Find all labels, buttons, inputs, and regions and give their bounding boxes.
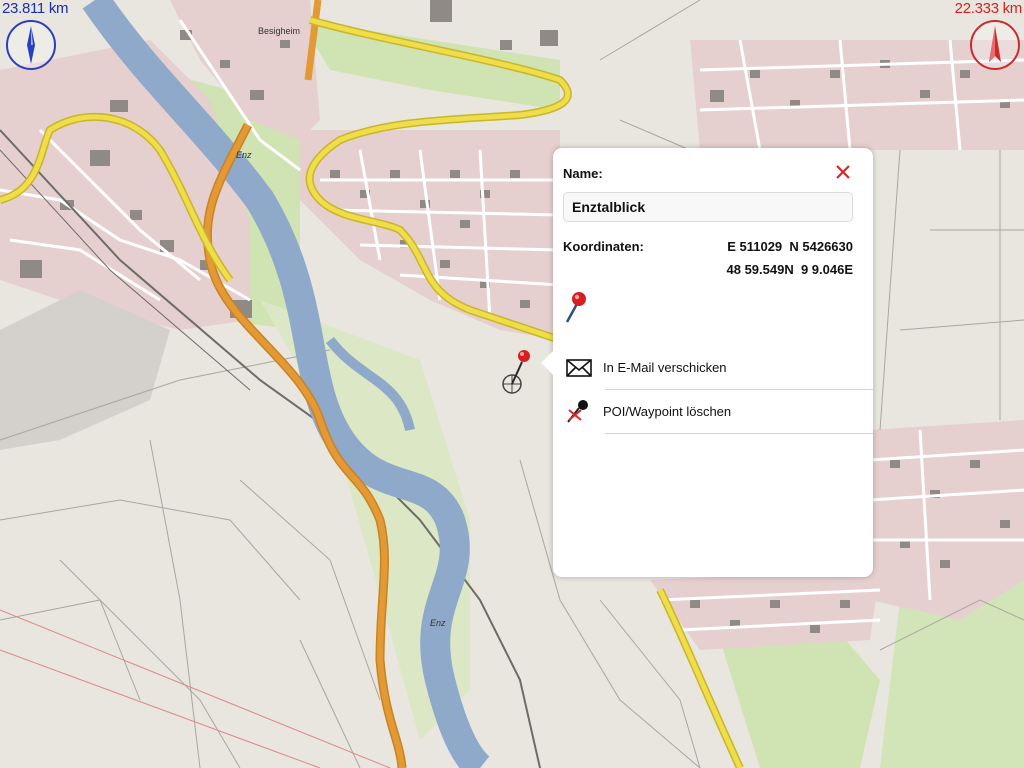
coordinates-geographic: 48 59.549N 9 9.046E xyxy=(726,262,854,277)
poi-detail-popup: Name: Koordinaten: E 511029 N 5426630 48… xyxy=(541,148,873,577)
coordinates-utm: E 511029 N 5426630 xyxy=(727,239,853,254)
envelope-icon xyxy=(566,359,592,377)
compass-needle-blue-icon[interactable] xyxy=(4,18,58,72)
compass-needle-red-icon[interactable] xyxy=(968,18,1022,72)
divider xyxy=(605,433,873,434)
river-label: Enz xyxy=(430,618,446,628)
email-share-button[interactable]: In E-Mail verschicken xyxy=(565,346,873,390)
name-label: Name: xyxy=(563,166,603,181)
distance-readout-left: 23.811 km xyxy=(2,0,69,17)
river-label: Enz xyxy=(236,150,252,160)
close-icon[interactable] xyxy=(831,160,855,184)
name-input[interactable] xyxy=(563,192,853,222)
popup-arrow xyxy=(541,350,554,376)
coordinates-label: Koordinaten: xyxy=(563,239,644,254)
delete-poi-button[interactable]: POI/Waypoint löschen xyxy=(565,390,873,434)
map-pin-icon[interactable] xyxy=(563,290,591,326)
town-label: Besigheim xyxy=(258,26,300,36)
delete-poi-label: POI/Waypoint löschen xyxy=(603,404,732,419)
delete-pin-icon xyxy=(567,400,588,423)
email-share-label: In E-Mail verschicken xyxy=(603,360,727,375)
distance-readout-right: 22.333 km xyxy=(954,0,1023,17)
